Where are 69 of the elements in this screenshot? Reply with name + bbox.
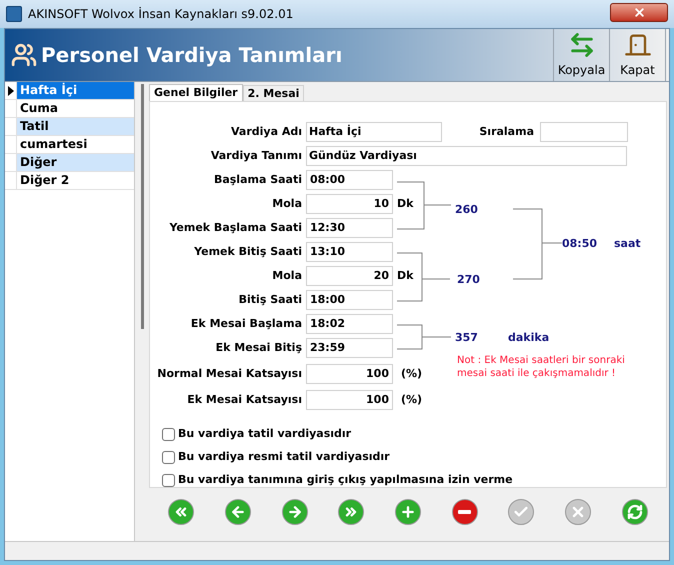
order-field[interactable] xyxy=(540,122,628,142)
copy-button[interactable]: Kopyala xyxy=(553,29,609,81)
number-field[interactable]: 20 xyxy=(306,266,393,286)
unit-label: Dk xyxy=(397,268,414,284)
next-icon xyxy=(286,504,303,520)
option-checkbox[interactable]: Bu vardiya tanımına giriş çıkış yapılmasına izin verme xyxy=(162,472,666,488)
unit-label: Dk xyxy=(397,196,414,212)
add-button[interactable] xyxy=(394,499,421,525)
time-field[interactable]: 18:02 xyxy=(306,314,393,334)
time-field[interactable]: 08:00 xyxy=(306,170,393,190)
time-field[interactable]: 18:00 xyxy=(306,290,393,310)
close-icon xyxy=(632,6,646,18)
window-close-button[interactable] xyxy=(610,2,668,22)
field-label: Mola xyxy=(271,196,302,212)
close-button[interactable]: Kapat xyxy=(609,29,665,81)
window-title: AKINSOFT Wolvox İnsan Kaynakları s9.02.01 xyxy=(28,6,294,23)
field-label: Ek Mesai Başlama xyxy=(190,316,302,332)
field-label: Yemek Başlama Saati xyxy=(168,220,302,236)
unit-label: dakika xyxy=(508,330,550,346)
warning-note: Not : Ek Mesai saatleri bir sonraki mesai saati ile çakışmamalıdır ! xyxy=(457,354,626,380)
shift-list-item[interactable]: Tatil xyxy=(17,118,134,135)
field-label: Bitiş Saati xyxy=(238,292,302,308)
number-field[interactable]: 10 xyxy=(306,194,393,214)
field-label: Vardiya Tanımı xyxy=(210,148,302,164)
delete-button[interactable] xyxy=(452,499,478,525)
tab[interactable]: 2. Mesai xyxy=(242,85,304,101)
refresh-icon xyxy=(626,504,643,520)
field-label: Mola xyxy=(271,268,302,284)
option-checkbox[interactable]: Bu vardiya tatil vardiyasıdır xyxy=(162,426,666,442)
add-icon xyxy=(400,504,416,520)
time-field[interactable]: 12:30 xyxy=(306,218,393,238)
field-label: Başlama Saati xyxy=(212,172,302,188)
field-label: Ek Mesai Katsayısı xyxy=(186,392,302,408)
previous-icon xyxy=(230,504,246,520)
number-field[interactable]: 100 xyxy=(306,364,393,384)
previous-button[interactable] xyxy=(224,499,251,525)
refresh-button[interactable] xyxy=(622,499,648,525)
field-label: Normal Mesai Katsayısı xyxy=(156,366,302,382)
checkbox[interactable] xyxy=(162,450,175,464)
time-field[interactable]: 13:10 xyxy=(306,242,393,262)
total-value: 08:50 xyxy=(562,236,598,252)
field-label: Ek Mesai Bitiş xyxy=(214,340,302,356)
app-icon xyxy=(6,6,22,22)
delete-icon xyxy=(458,510,472,514)
last-button[interactable] xyxy=(338,499,364,525)
unit-label: (%) xyxy=(401,392,422,408)
header-title: Personel Vardiya Tanımları xyxy=(41,42,344,69)
row-pointer-icon xyxy=(8,86,14,96)
field-label: Sıralama xyxy=(478,124,534,140)
time-field[interactable]: 23:59 xyxy=(306,338,393,358)
total-value: 260 xyxy=(455,202,478,218)
checkbox[interactable] xyxy=(162,474,175,486)
field-label: Vardiya Adı xyxy=(230,124,302,140)
checkbox[interactable] xyxy=(162,428,175,440)
first-button[interactable] xyxy=(168,499,194,525)
unit-label: (%) xyxy=(401,366,422,382)
number-field[interactable]: 100 xyxy=(306,390,393,410)
name-field[interactable]: Hafta İçi xyxy=(306,122,442,142)
tab[interactable]: Genel Bilgiler xyxy=(149,84,243,101)
option-checkbox[interactable]: Bu vardiya resmi tatil vardiyasıdır xyxy=(162,449,666,465)
shift-list-item[interactable]: Diğer xyxy=(17,154,134,171)
description-field[interactable]: Gündüz Vardiyası xyxy=(306,146,627,166)
unit-label: saat xyxy=(614,236,641,252)
total-value: 270 xyxy=(457,272,480,288)
people-icon xyxy=(11,42,37,68)
next-button[interactable] xyxy=(282,499,308,525)
shift-list-item[interactable]: Hafta İçi xyxy=(17,82,134,99)
field-label: Yemek Bitiş Saati xyxy=(193,244,302,260)
total-value: 357 xyxy=(455,330,478,346)
